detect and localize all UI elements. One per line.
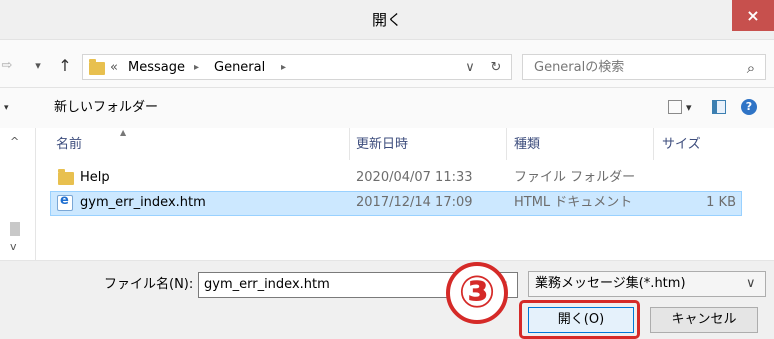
new-folder-button[interactable]: 新しいフォルダー [54, 98, 158, 118]
breadcrumb-item-message[interactable]: Message [128, 58, 185, 78]
file-name: gym_err_index.htm [80, 195, 206, 210]
file-type: ファイル フォルダー [514, 170, 636, 185]
close-button[interactable]: × [732, 0, 774, 31]
back-arrow-icon: ⇨ [1, 58, 13, 73]
up-arrow-icon: ↑ [58, 56, 72, 75]
file-name: Help [80, 170, 110, 185]
column-header-type[interactable]: 種類 [514, 136, 540, 154]
cancel-button[interactable]: キャンセル [650, 307, 758, 333]
file-date: 2020/04/07 11:33 [356, 170, 473, 185]
dialog-title: 開く [371, 11, 402, 29]
view-dropdown-icon[interactable]: ▾ [686, 98, 692, 118]
organize-menu-arrow-icon[interactable]: ▾ [4, 101, 9, 115]
file-size: 1 KB [706, 195, 736, 210]
sidebar-scroll-thumb[interactable] [10, 222, 20, 236]
recent-locations-button[interactable]: ▾ [30, 55, 46, 77]
filename-input-value: gym_err_index.htm [204, 277, 330, 292]
scroll-up-icon[interactable]: ^ [10, 135, 19, 148]
step-number-badge: ③ [446, 262, 508, 324]
address-dropdown-icon[interactable]: ∨ [462, 58, 478, 78]
column-header-name[interactable]: 名前 [56, 136, 82, 154]
column-divider [349, 128, 350, 160]
column-divider [653, 128, 654, 160]
breadcrumb-overflow[interactable]: « [110, 58, 118, 78]
refresh-icon[interactable]: ↻ [486, 58, 506, 78]
folder-icon [89, 59, 105, 75]
filename-label: ファイル名(N): [104, 277, 194, 292]
help-icon[interactable]: ? [741, 99, 757, 115]
column-header-size[interactable]: サイズ [662, 136, 701, 154]
filetype-select-value: 業務メッセージ集(*.htm) [535, 276, 686, 291]
close-icon: × [746, 6, 760, 25]
column-divider [506, 128, 507, 160]
back-button[interactable]: ⇨ [0, 55, 14, 77]
preview-pane-icon[interactable] [712, 100, 726, 114]
file-date: 2017/12/14 17:09 [356, 195, 473, 210]
highlight-outline [519, 300, 640, 339]
file-size [660, 168, 736, 188]
ie-document-icon: e [57, 193, 73, 211]
breadcrumb-separator-icon[interactable]: ▸ [194, 58, 199, 78]
file-type: HTML ドキュメント [514, 195, 633, 210]
breadcrumb-separator-icon[interactable]: ▸ [281, 58, 286, 78]
sort-indicator-icon: ▲ [120, 128, 127, 137]
chevron-down-icon: ▾ [35, 59, 41, 72]
column-header-date[interactable]: 更新日時 [356, 136, 408, 154]
chevron-down-icon: ∨ [746, 276, 756, 291]
search-icon[interactable]: ⌕ [742, 58, 760, 78]
view-options-icon[interactable] [668, 100, 682, 114]
search-input[interactable]: Generalの検索 [534, 58, 624, 78]
scroll-down-icon[interactable]: v [10, 240, 17, 253]
breadcrumb-item-general[interactable]: General [214, 58, 265, 78]
up-button[interactable]: ↑ [54, 55, 76, 77]
folder-icon [58, 169, 74, 185]
